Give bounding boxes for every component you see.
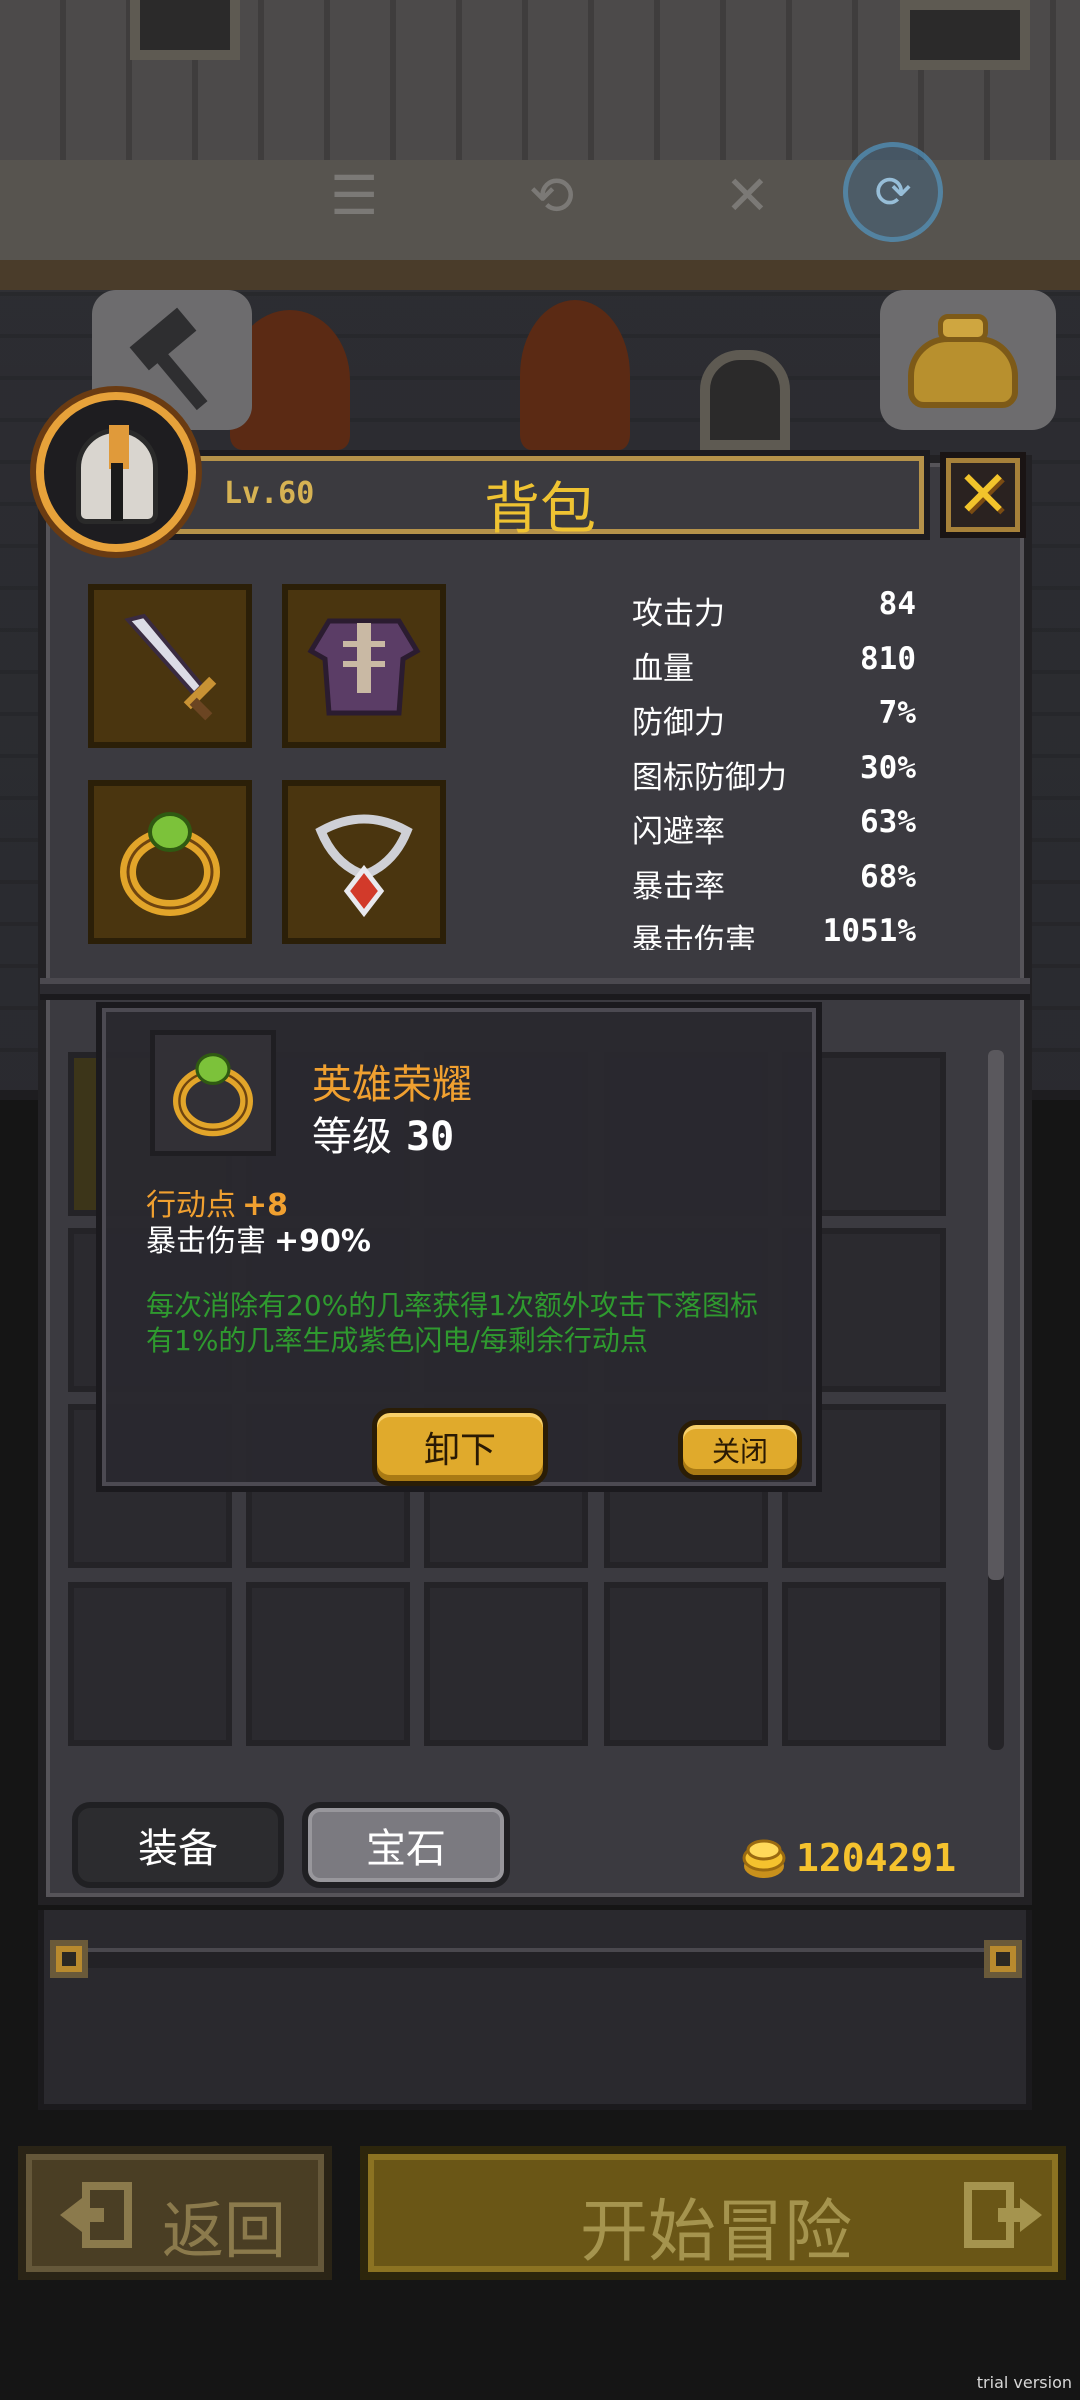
trial-watermark: trial version [976, 2373, 1072, 2392]
start-label: 开始冒险 [580, 2193, 853, 2272]
stat-label: 暴击率 [632, 868, 725, 905]
unequip-label: 卸下 [423, 1430, 496, 1471]
stat-value: 810 [860, 640, 916, 677]
bag-icon [908, 336, 1018, 408]
back-label: 返回 [162, 2194, 287, 2267]
stat-hp: 血量 810 [632, 637, 922, 692]
rivet-left [50, 1940, 88, 1978]
panel-rail [80, 1948, 994, 1968]
inventory-slot[interactable] [246, 1582, 410, 1746]
arched-window [700, 350, 790, 450]
stat-label: 血量 [632, 650, 694, 687]
stat-crit-damage: 暴击伤害 1051% [632, 909, 922, 950]
necklace-icon [288, 786, 440, 938]
floating-assist-button[interactable]: ⟳ [843, 142, 943, 242]
stat-value: 63% [860, 804, 916, 840]
avatar[interactable] [36, 392, 196, 552]
stat-value: 84 [878, 586, 916, 622]
tooltip-item-slot [150, 1030, 276, 1156]
inventory-slot[interactable] [424, 1582, 588, 1746]
stat-attack: 攻击力 84 [632, 582, 922, 637]
stat-label: 图标防御力 [632, 759, 787, 796]
dagger-icon [94, 590, 246, 742]
unequip-button[interactable]: 卸下 [372, 1408, 548, 1486]
tab-label: 宝石 [366, 1826, 446, 1872]
loot-bag-button[interactable] [880, 290, 1056, 430]
inventory-slot[interactable] [68, 1582, 232, 1746]
rivet-right [984, 1940, 1022, 1978]
gold-amount: 1204291 [796, 1836, 957, 1880]
item-level-label: 等级 [312, 1114, 392, 1160]
stat-label: 暴击伤害 [632, 923, 756, 950]
menu-icon[interactable]: ☰ [330, 164, 378, 227]
close-icon: ✕ [956, 458, 1010, 532]
tab-equipment[interactable]: 装备 [72, 1802, 284, 1888]
panel-title-bar: Lv.60 背包 [150, 450, 930, 542]
ring-icon [173, 1053, 253, 1137]
system-overlay-bar: ☰ ⟲ ✕ [330, 164, 770, 227]
stat-crit-rate: 暴击率 68% [632, 855, 922, 910]
gold-coin-icon [742, 1839, 786, 1878]
close-overlay-icon[interactable]: ✕ [725, 164, 770, 227]
item-level-value: 30 [406, 1114, 455, 1160]
tooltip-close-label: 关闭 [711, 1435, 768, 1468]
back-button[interactable]: 返回 [18, 2146, 332, 2280]
item-name: 英雄荣耀 [312, 1062, 472, 1108]
stats-list: 攻击力 84 血量 810 防御力 7% 图标防御力 30% 闪避率 63% 暴… [632, 582, 922, 950]
stat-label: 攻击力 [632, 596, 725, 632]
stat-defense: 防御力 7% [632, 691, 922, 746]
stat-label: 防御力 [632, 705, 725, 741]
stat-dodge: 闪避率 63% [632, 800, 922, 855]
stat-value: 7% [878, 695, 916, 731]
item-effect-description: 每次消除有20%的几率获得1次额外攻击下落图标有1%的几率生成紫色闪电/每剩余行… [146, 1289, 759, 1357]
stat-value: 30% [860, 749, 916, 786]
rotate-icon[interactable]: ⟲ [529, 164, 574, 227]
item-attr-crit-damage: 暴击伤害 +90% [146, 1216, 371, 1260]
building-window [900, 0, 1030, 70]
panel-divider [40, 978, 1030, 1000]
tab-label: 装备 [138, 1826, 218, 1872]
exit-icon [60, 2182, 132, 2248]
refresh-icon: ⟳ [874, 166, 912, 218]
enter-icon [964, 2182, 1042, 2248]
equip-slot-necklace[interactable] [282, 780, 446, 944]
attr-value: +90% [274, 1224, 371, 1259]
scroll-thumb[interactable] [988, 1050, 1004, 1580]
panel-title: 背包 [484, 477, 596, 542]
item-level: 等级 30 [312, 1104, 454, 1162]
start-adventure-button[interactable]: 开始冒险 [360, 2146, 1066, 2280]
equip-slot-armor[interactable] [282, 584, 446, 748]
equip-slot-weapon[interactable] [88, 584, 252, 748]
item-tooltip: 英雄荣耀 等级 30 行动点 +8 暴击伤害 +90% 每次消除有20%的几率获得1次… [96, 1002, 822, 1492]
robe-icon [288, 590, 440, 742]
stat-label: 闪避率 [632, 814, 725, 850]
knight-helmet-icon [76, 425, 158, 524]
stat-value: 1051% [822, 913, 916, 949]
hooded-figure [520, 300, 630, 450]
stat-value: 68% [860, 858, 916, 895]
tooltip-close-button[interactable]: 关闭 [678, 1420, 802, 1480]
tab-gems[interactable]: 宝石 [302, 1802, 510, 1888]
attr-label: 暴击伤害 [146, 1224, 266, 1259]
stat-tile-defense: 图标防御力 30% [632, 746, 922, 801]
building-window [130, 0, 240, 60]
panel-base [38, 1910, 1032, 2110]
equip-slot-ring[interactable] [88, 780, 252, 944]
ring-icon [94, 786, 246, 938]
inventory-scrollbar[interactable] [988, 1050, 1004, 1750]
inventory-slot[interactable] [782, 1582, 946, 1746]
panel-close-button[interactable]: ✕ [940, 452, 1026, 538]
inventory-slot[interactable] [604, 1582, 768, 1746]
wooden-beam [0, 260, 1080, 290]
